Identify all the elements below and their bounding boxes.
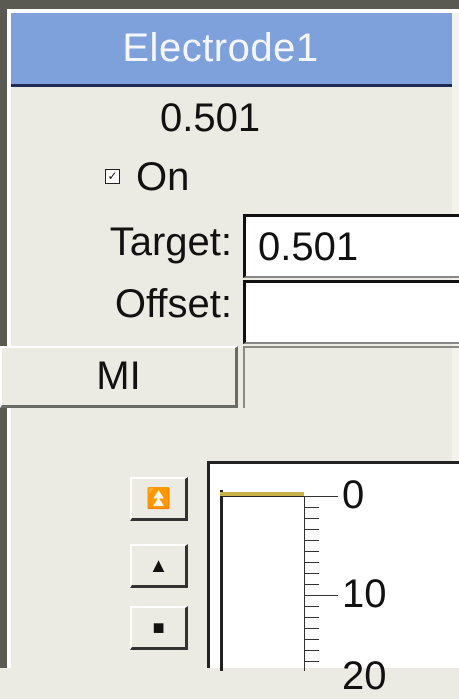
gauge-tick-minor <box>304 573 319 574</box>
gauge-level-line <box>220 496 304 497</box>
stop-icon: ■ <box>152 616 165 639</box>
gauge-tick-minor <box>304 529 319 530</box>
target-label: Target: <box>109 220 232 264</box>
target-value: 0.501 <box>258 225 359 269</box>
jump-to-top-button[interactable]: ⏫ <box>130 477 188 521</box>
gauge-tick-minor <box>304 518 319 519</box>
step-up-button[interactable]: ▲ <box>130 544 188 588</box>
up-arrow-icon: ▲ <box>148 554 169 577</box>
gauge-tick-10 <box>304 595 338 596</box>
electrode-value-readout: 0.501 <box>160 96 261 140</box>
mi-status-area <box>243 346 459 408</box>
on-checkbox[interactable]: ✓ <box>105 169 120 184</box>
gauge-tick-minor <box>304 650 319 651</box>
mi-button[interactable]: MI <box>0 346 238 408</box>
gauge-label-10: 10 <box>342 572 387 616</box>
stop-button[interactable]: ■ <box>130 606 188 650</box>
frame-top-shadow <box>0 0 459 9</box>
gauge-tick-minor <box>304 562 319 563</box>
double-up-arrow-icon: ⏫ <box>146 487 171 510</box>
gauge-tick-0 <box>304 496 338 497</box>
gauge-track-border <box>220 490 223 671</box>
mi-label: MI <box>96 354 141 398</box>
gauge-tick-minor <box>304 628 319 629</box>
gauge-tick-minor <box>304 540 319 541</box>
on-label[interactable]: On <box>136 155 189 200</box>
checkbox-check-icon: ✓ <box>107 169 118 183</box>
offset-label: Offset: <box>114 282 232 326</box>
frame-left-shadow <box>0 9 7 668</box>
gauge-label-0: 0 <box>342 473 365 517</box>
frame-left-highlight <box>7 13 11 668</box>
gauge-tick-minor <box>304 617 319 618</box>
panel-title-bar: Electrode1 <box>11 13 452 87</box>
gauge-tick-minor <box>304 584 319 585</box>
gauge-tick-minor <box>304 639 319 640</box>
gauge-tick-minor <box>304 507 319 508</box>
offset-input[interactable] <box>243 280 459 344</box>
gauge-tick-minor <box>304 606 319 607</box>
electrode-gauge: 0 10 20 <box>207 461 459 698</box>
gauge-tick-minor <box>304 661 319 662</box>
target-input[interactable]: 0.501 <box>243 214 459 278</box>
gauge-label-20: 20 <box>342 654 387 698</box>
gauge-tick-minor <box>304 551 319 552</box>
panel-title: Electrode1 <box>122 26 319 70</box>
